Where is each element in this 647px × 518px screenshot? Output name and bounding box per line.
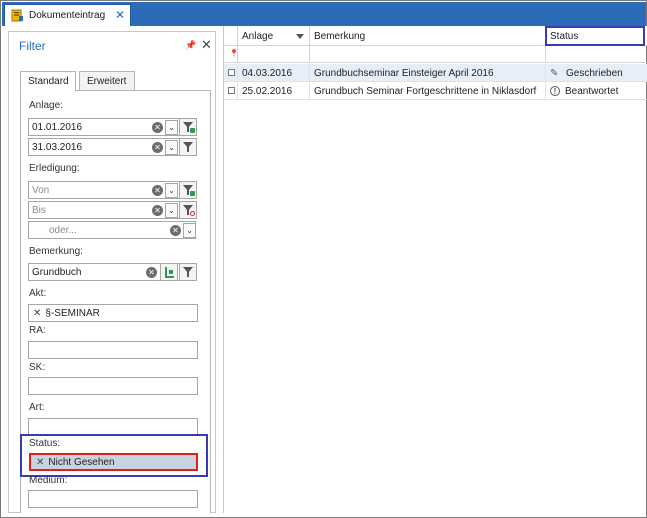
- column-header-anlage[interactable]: Anlage: [238, 26, 310, 46]
- filter-icon[interactable]: [179, 138, 197, 156]
- bemerkung-value: Grundbuch: [32, 267, 82, 278]
- clear-icon[interactable]: ✕: [152, 142, 163, 153]
- cell-status: ! Beantwortet: [546, 82, 647, 100]
- column-header-bemerkung-label: Bemerkung: [314, 31, 366, 42]
- tab-title: Dokumenteintrag: [29, 10, 106, 21]
- bemerkung-label: Bemerkung:: [29, 246, 83, 257]
- status-label: Status:: [29, 438, 61, 449]
- cell-status-text: Geschrieben: [566, 68, 623, 79]
- cell-bemerkung: Grundbuchseminar Einsteiger April 2016: [310, 64, 546, 82]
- row-checkbox[interactable]: [228, 87, 235, 94]
- erledigung-to-field[interactable]: Bis ✕ ⌄: [28, 201, 197, 219]
- status-token-field[interactable]: ✕ Nicht Gesehen: [29, 453, 198, 471]
- anlage-to-field[interactable]: 31.03.2016 ✕ ⌄: [28, 138, 197, 156]
- cell-anlage: 04.03.2016: [238, 64, 310, 82]
- erledigung-to-placeholder: Bis: [32, 205, 46, 216]
- statistics-icon[interactable]: [160, 263, 178, 281]
- sk-field[interactable]: [28, 377, 198, 395]
- chevron-down-icon[interactable]: ⌄: [183, 223, 196, 238]
- status-token[interactable]: ✕ Nicht Gesehen: [36, 457, 115, 468]
- bemerkung-field[interactable]: Grundbuch ✕: [28, 263, 197, 281]
- clear-icon[interactable]: ✕: [146, 267, 157, 278]
- chevron-down-icon[interactable]: ⌄: [165, 183, 178, 198]
- anlage-from-field[interactable]: 01.01.2016 ✕ ⌄: [28, 118, 197, 136]
- grid-filter-row: 📍: [224, 46, 647, 63]
- close-tab-icon[interactable]: ✕: [115, 8, 125, 22]
- chevron-down-icon[interactable]: ⌄: [165, 120, 178, 135]
- pin-icon[interactable]: 📌: [185, 40, 196, 51]
- document-tab-strip: Dokumenteintrag ✕: [2, 2, 646, 26]
- akt-token[interactable]: ✕ §-SEMINAR: [33, 308, 100, 319]
- akt-label: Akt:: [29, 288, 47, 299]
- cell-status-text: Beantwortet: [565, 86, 619, 97]
- column-header-bemerkung[interactable]: Bemerkung: [310, 26, 546, 46]
- filter-cell-anlage[interactable]: [238, 46, 310, 63]
- art-label: Art:: [29, 402, 45, 413]
- chevron-down-icon[interactable]: ⌄: [165, 140, 178, 155]
- row-select-cell[interactable]: [224, 82, 238, 100]
- status-column-highlight: [545, 26, 645, 46]
- ra-field[interactable]: [28, 341, 198, 359]
- pencil-icon: ✎: [550, 68, 559, 79]
- document-grid: Anlage Bemerkung Status 📍 04.03.2016 Gru…: [223, 26, 647, 513]
- erledigung-label: Erledigung:: [29, 163, 80, 174]
- application-window: Dokumenteintrag ✕ Filter 📌 ✕ Standard Er…: [0, 0, 647, 518]
- erledigung-or-placeholder: oder...: [49, 225, 77, 236]
- filter-add-icon[interactable]: [179, 118, 197, 136]
- erledigung-or-field[interactable]: oder... ✕ ⌄: [28, 221, 196, 239]
- cell-status: ✎ Geschrieben: [546, 64, 647, 82]
- row-select-cell[interactable]: [224, 64, 238, 82]
- medium-label: Medium:: [29, 475, 68, 486]
- anlage-to-value: 31.03.2016: [32, 142, 83, 153]
- column-header-anlage-label: Anlage: [242, 31, 274, 42]
- clear-icon[interactable]: ✕: [170, 225, 181, 236]
- medium-field[interactable]: [28, 490, 198, 508]
- anlage-label: Anlage:: [29, 100, 63, 111]
- exclamation-icon: !: [550, 86, 560, 96]
- cell-anlage: 25.02.2016: [238, 82, 310, 100]
- filter-row-indicator: 📍: [224, 46, 239, 63]
- clear-icon[interactable]: ✕: [152, 205, 163, 216]
- row-indicator-header: [224, 26, 238, 46]
- tab-standard[interactable]: Standard: [20, 71, 76, 92]
- remove-token-icon[interactable]: ✕: [33, 308, 41, 319]
- sk-label: SK:: [29, 362, 46, 373]
- chevron-down-icon[interactable]: ⌄: [165, 203, 178, 218]
- anlage-from-value: 01.01.2016: [32, 122, 83, 133]
- clear-icon[interactable]: ✕: [152, 122, 163, 133]
- erledigung-from-placeholder: Von: [32, 185, 50, 196]
- filter-panel-title: Filter: [19, 39, 46, 53]
- filter-icon[interactable]: [179, 263, 197, 281]
- filter-cell-status[interactable]: [546, 46, 647, 63]
- table-row[interactable]: 04.03.2016 Grundbuchseminar Einsteiger A…: [224, 64, 647, 82]
- tab-erweitert[interactable]: Erweitert: [79, 71, 135, 91]
- row-checkbox[interactable]: [228, 69, 235, 76]
- tab-dokumenteintrag[interactable]: Dokumenteintrag ✕: [4, 4, 131, 26]
- sort-descending-icon[interactable]: [296, 34, 304, 39]
- cell-bemerkung: Grundbuch Seminar Fortgeschrittene in Ni…: [310, 82, 546, 100]
- akt-token-field[interactable]: ✕ §-SEMINAR: [28, 304, 198, 322]
- remove-token-icon[interactable]: ✕: [36, 457, 44, 468]
- status-token-text: Nicht Gesehen: [48, 457, 115, 468]
- akt-token-text: §-SEMINAR: [45, 308, 100, 319]
- close-panel-icon[interactable]: ✕: [201, 37, 212, 53]
- erledigung-from-field[interactable]: Von ✕ ⌄: [28, 181, 197, 199]
- table-row[interactable]: 25.02.2016 Grundbuch Seminar Fortgeschri…: [224, 82, 647, 100]
- document-app-icon: [11, 9, 23, 22]
- ra-label: RA:: [29, 325, 46, 336]
- filter-add-icon[interactable]: [179, 181, 197, 199]
- filter-remove-icon[interactable]: [179, 201, 197, 219]
- clear-icon[interactable]: ✕: [152, 185, 163, 196]
- filter-cell-bemerkung[interactable]: [310, 46, 546, 63]
